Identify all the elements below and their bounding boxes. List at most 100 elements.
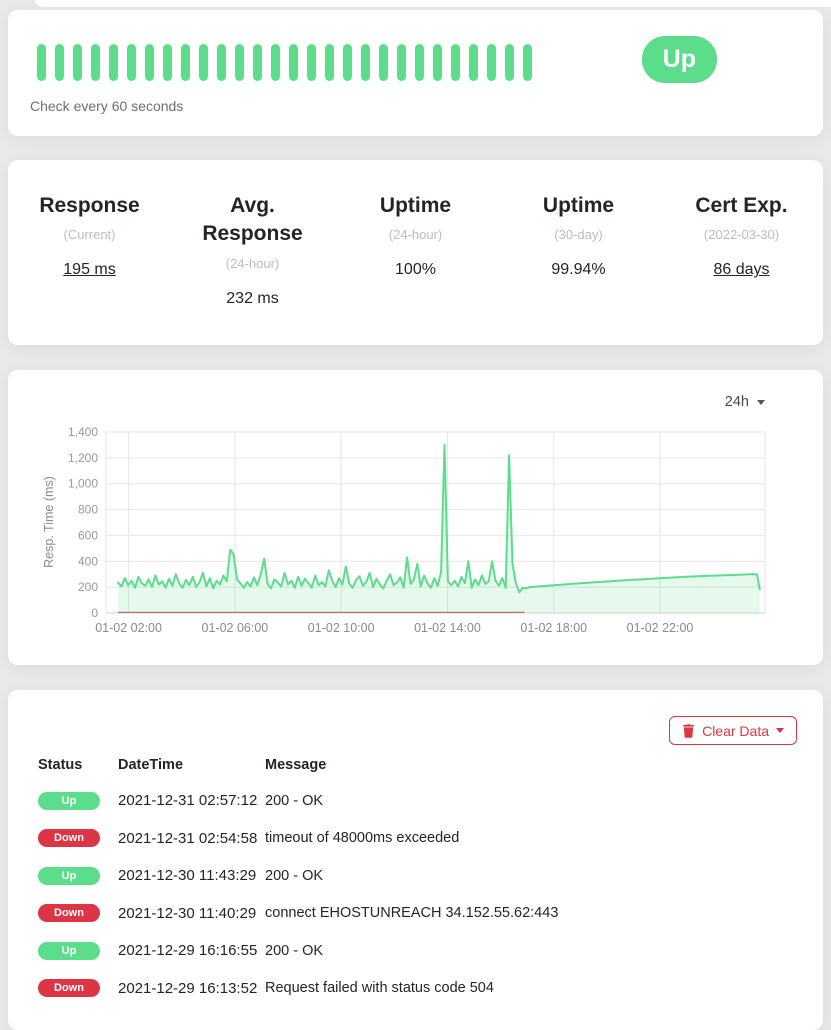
stat-subtitle: (30-day)	[497, 227, 660, 242]
heartbeat-bar	[145, 44, 154, 81]
svg-text:200: 200	[78, 580, 98, 594]
stat-title: Avg. Response	[190, 192, 315, 249]
svg-text:600: 600	[78, 528, 98, 542]
stat-column-2: Uptime(24-hour)100%	[334, 192, 497, 345]
row-datetime: 2021-12-31 02:57:12	[118, 792, 265, 809]
heartbeat-bar	[307, 44, 316, 81]
heartbeat-bar	[163, 44, 172, 81]
heartbeat-bar	[91, 44, 100, 81]
stats-card: Response (Current) 195 ms Avg. Response (24-…	[8, 160, 823, 345]
svg-text:1,400: 1,400	[68, 425, 98, 439]
row-message: timeout of 48000ms exceeded	[265, 830, 803, 846]
row-status-badge: Down	[38, 979, 100, 997]
row-datetime: 2021-12-29 16:13:52	[118, 980, 265, 997]
heartbeat-bar	[55, 44, 64, 81]
row-status-badge: Down	[38, 829, 100, 847]
row-status-badge: Down	[38, 904, 100, 922]
svg-text:400: 400	[78, 554, 98, 568]
svg-text:01-02 18:00: 01-02 18:00	[520, 621, 587, 635]
heartbeat-bar	[325, 44, 334, 81]
svg-text:1,000: 1,000	[68, 477, 98, 491]
row-message: connect EHOSTUNREACH 34.152.55.62:443	[265, 905, 803, 921]
caret-down-icon	[776, 728, 784, 733]
chevron-down-icon	[757, 400, 765, 405]
stat-value: 232 ms	[171, 290, 334, 308]
clear-data-label: Clear Data	[702, 723, 769, 739]
heartbeat-bar	[487, 44, 496, 81]
svg-text:0: 0	[91, 606, 98, 620]
heartbeat-bar	[379, 44, 388, 81]
status-badge: Up	[642, 36, 717, 83]
heartbeat-bar	[199, 44, 208, 81]
stat-subtitle: (Current)	[8, 227, 171, 242]
row-status-badge: Up	[38, 867, 100, 885]
stat-column-3: Uptime (30-day) 99.94%	[497, 192, 660, 345]
heartbeat-bar	[505, 44, 514, 81]
heartbeat-bar	[235, 44, 244, 81]
heartbeat-bar	[415, 44, 424, 81]
heartbeat-bar	[271, 44, 280, 81]
events-table-header: Status DateTime Message	[38, 748, 803, 782]
table-row: Up 2021-12-29 16:16:55200 - OK	[38, 932, 803, 970]
row-message: Request failed with status code 504	[265, 980, 803, 996]
heartbeat-bar	[127, 44, 136, 81]
monitor-status-card: Up Check every 60 seconds	[8, 10, 823, 136]
stat-title: Uptime	[516, 192, 641, 220]
response-time-chart: 0 200 400 600 800 1,000 1,200 1,400 01-02 02:00 0…	[8, 370, 823, 665]
heartbeat-bar	[343, 44, 352, 81]
stat-title: Uptime	[353, 192, 478, 220]
stat-title: Cert Exp.	[679, 192, 804, 220]
row-status-badge: Up	[38, 792, 100, 810]
table-row: Down 2021-12-31 02:54:58timeout of 48000m…	[38, 820, 803, 858]
heartbeat-bar	[397, 44, 406, 81]
table-row: Down 2021-12-30 11:40:29connect EHOSTUNRE…	[38, 895, 803, 933]
table-row: Up 2021-12-31 02:57:12200 - OK	[38, 782, 803, 820]
table-row: Up 2021-12-30 11:43:29200 - OK	[38, 857, 803, 895]
clear-data-button[interactable]: Clear Data	[669, 716, 797, 745]
svg-text:01-02 02:00: 01-02 02:00	[95, 621, 162, 635]
stat-column-0: Response (Current) 195 ms	[8, 192, 171, 345]
trash-icon	[682, 724, 695, 738]
chart-range-label: 24h	[725, 394, 749, 410]
row-datetime: 2021-12-31 02:54:58	[118, 830, 265, 847]
svg-text:01-02 14:00: 01-02 14:00	[414, 621, 481, 635]
heartbeat-bar	[451, 44, 460, 81]
row-status-badge: Up	[38, 942, 100, 960]
table-row: Down 2021-12-29 16:13:52Request failed wi…	[38, 970, 803, 1008]
stat-title: Response	[27, 192, 152, 220]
stat-subtitle: (24-hour)	[171, 256, 334, 271]
row-message: 200 - OK	[265, 868, 803, 884]
heartbeat-bar	[523, 44, 532, 81]
heartbeat-bar	[109, 44, 118, 81]
heartbeat-bar-list	[37, 44, 532, 81]
stat-value[interactable]: 195 ms	[8, 261, 171, 279]
header-datetime: DateTime	[118, 757, 265, 773]
svg-text:800: 800	[78, 503, 98, 517]
response-chart-card: 0 200 400 600 800 1,000 1,200 1,400 01-02 02:00 0…	[8, 370, 823, 665]
events-table: Status DateTime Message Up 2021-12-31 02:…	[38, 748, 803, 1007]
check-interval-text: Check every 60 seconds	[30, 98, 183, 114]
heartbeat-bar	[253, 44, 262, 81]
row-datetime: 2021-12-30 11:43:29	[118, 867, 265, 884]
chart-range-selector[interactable]: 24h	[725, 394, 765, 410]
stat-column-4: Cert Exp. (2022-03-30) 86 days	[660, 192, 823, 345]
svg-text:Resp. Time (ms): Resp. Time (ms)	[42, 476, 56, 568]
stat-value[interactable]: 86 days	[660, 261, 823, 279]
row-message: 200 - OK	[265, 943, 803, 959]
row-datetime: 2021-12-29 16:16:55	[118, 942, 265, 959]
previous-card-edge	[35, 0, 831, 7]
heartbeat-bar	[289, 44, 298, 81]
svg-text:01-02 10:00: 01-02 10:00	[308, 621, 375, 635]
header-status: Status	[38, 757, 118, 773]
row-datetime: 2021-12-30 11:40:29	[118, 905, 265, 922]
heartbeat-bar	[181, 44, 190, 81]
heartbeat-bar	[37, 44, 46, 81]
svg-text:1,200: 1,200	[68, 451, 98, 465]
stat-value: 100%	[334, 261, 497, 279]
row-message: 200 - OK	[265, 793, 803, 809]
stat-subtitle: (2022-03-30)	[660, 227, 823, 242]
header-message: Message	[265, 757, 803, 773]
svg-text:01-02 22:00: 01-02 22:00	[627, 621, 694, 635]
stat-value: 99.94%	[497, 261, 660, 279]
stat-column-1: Avg. Response (24-hour) 232 ms	[171, 192, 334, 345]
